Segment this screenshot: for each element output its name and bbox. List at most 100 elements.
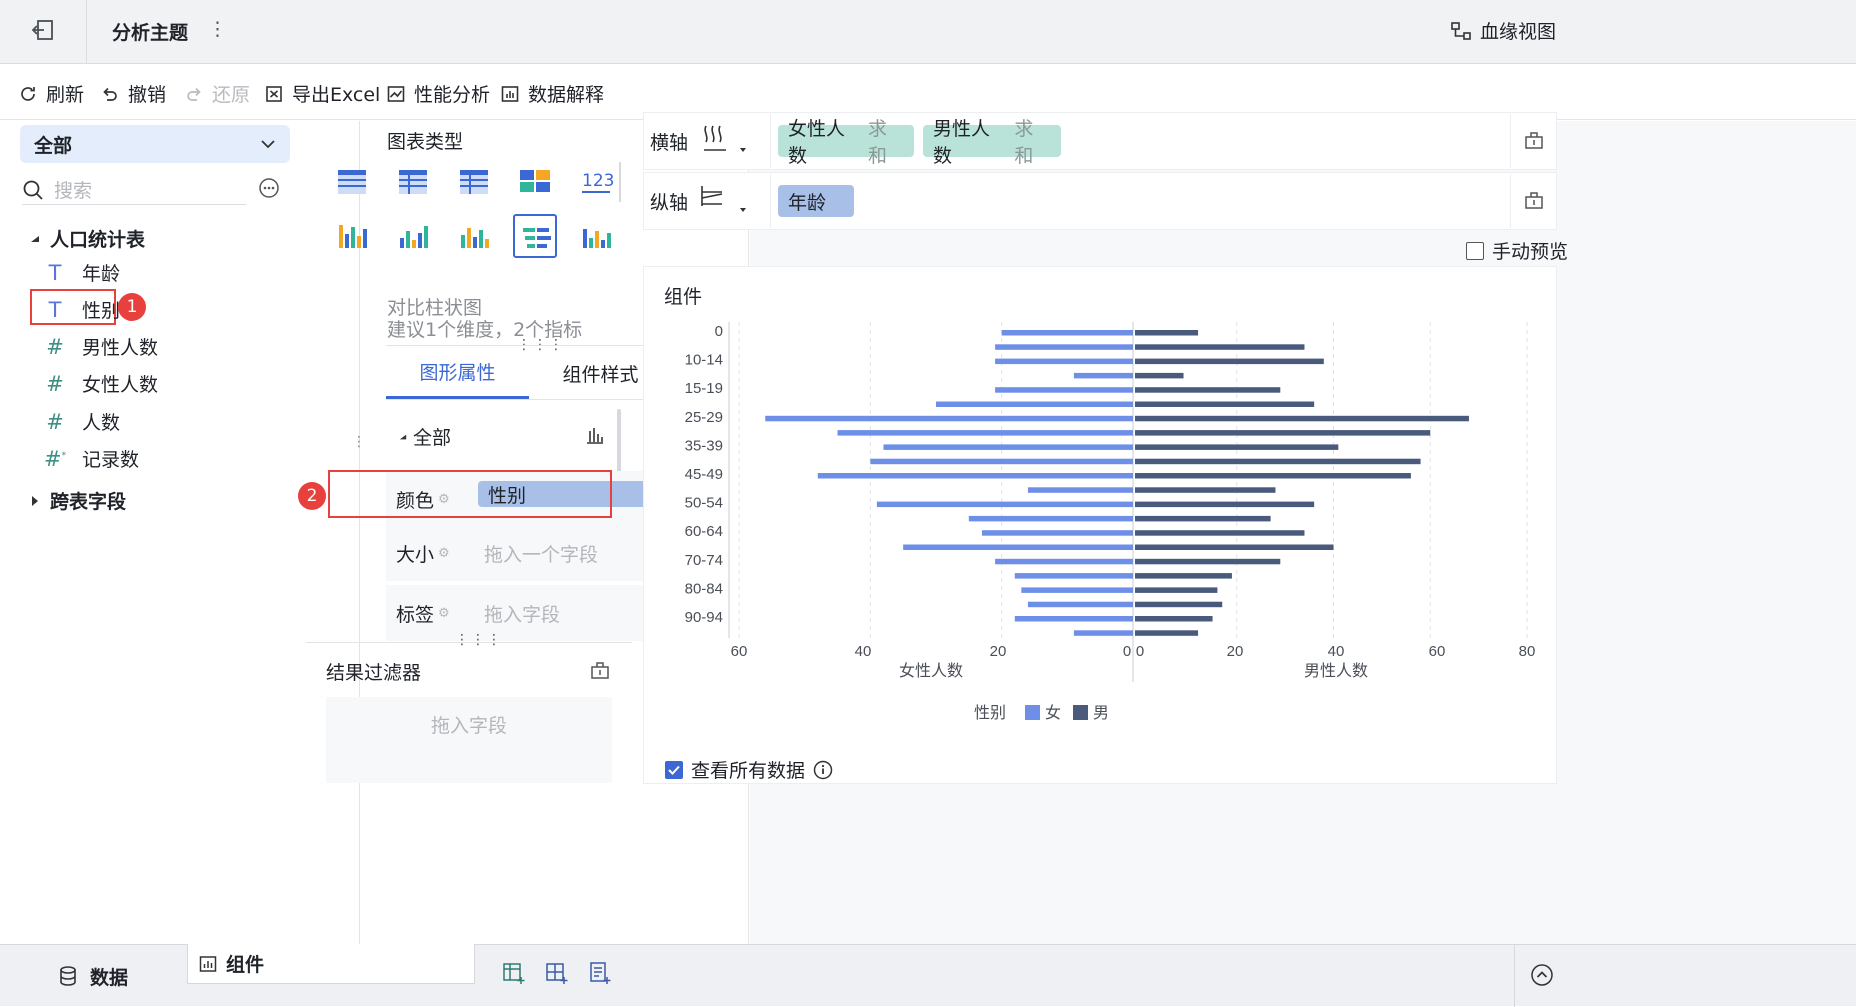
y-tick-label: 10-14 (685, 352, 723, 369)
bar-male (1135, 387, 1281, 393)
all-label: 全部 (413, 427, 452, 449)
cross-table-node[interactable]: 跨表字段 (30, 487, 126, 514)
checkbox[interactable] (1466, 241, 1484, 260)
chart-type-multi-bar-icon[interactable] (391, 214, 435, 258)
caret-right-icon (30, 495, 40, 507)
x-axis-mode-icon[interactable] (700, 124, 750, 158)
exit-icon[interactable] (30, 18, 56, 42)
field-label: 记录数 (82, 449, 140, 471)
bar-female (883, 444, 1133, 450)
perf-analysis-button[interactable]: 性能分析 (386, 80, 490, 107)
field-label: 女性人数 (82, 374, 159, 396)
field-panel: 全部 搜索 人口统计表 T 年龄 T 性别 1 # 男性人数 # 女性人数 # 人数 #*… (0, 121, 380, 944)
field-item-record-count[interactable]: #* 记录数 (44, 445, 139, 472)
chart-type-kpi-card-icon[interactable] (513, 160, 557, 204)
callout-badge: 1 (118, 293, 146, 321)
table-name: 人口统计表 (50, 229, 146, 251)
divider (770, 114, 771, 168)
redo-label: 还原 (212, 84, 251, 106)
field-label: 人数 (82, 412, 121, 434)
info-icon[interactable] (813, 760, 833, 780)
field-item-gender[interactable]: T 性别 (44, 296, 120, 323)
field-item-age[interactable]: T 年龄 (44, 259, 120, 286)
all-properties-node[interactable]: 全部 (399, 423, 451, 450)
add-dashboard-icon[interactable] (545, 961, 569, 985)
collapse-up-icon[interactable] (1530, 963, 1554, 987)
undo-label: 撤销 (128, 84, 167, 106)
bar-male (1135, 430, 1431, 436)
more-options-icon[interactable] (258, 177, 280, 199)
scope-select[interactable]: 全部 (20, 125, 290, 163)
text-type-icon: T (48, 297, 62, 322)
bar-female (1073, 372, 1133, 379)
legend-label-female: 女 (1045, 703, 1061, 722)
lineage-view-button[interactable]: 血缘视图 (1450, 17, 1556, 44)
svg-text:123: 123 (582, 171, 614, 191)
search-icon (22, 179, 44, 201)
y-tick-label: 90-94 (685, 609, 723, 626)
y-axis-mode-icon[interactable] (700, 184, 750, 218)
bar-male (1135, 630, 1199, 636)
field-item-male-count[interactable]: # 男性人数 (44, 333, 158, 360)
checkbox-checked[interactable] (665, 760, 683, 779)
search-input[interactable]: 搜索 (54, 176, 92, 203)
chart-type-number-icon[interactable]: 123 (574, 160, 618, 204)
x-axis-pill-female[interactable]: 女性人数 求和 (778, 118, 914, 167)
chart-type-title: 图表类型 (387, 131, 464, 153)
y-axis-settings-icon[interactable] (1524, 190, 1544, 210)
filter-settings-icon[interactable] (590, 660, 610, 680)
bar-male (1135, 487, 1276, 493)
x-axis-settings-icon[interactable] (1524, 130, 1544, 150)
bar-male (1135, 616, 1213, 622)
data-explain-button[interactable]: 数据解释 (500, 80, 604, 107)
database-icon (58, 965, 78, 987)
manual-preview-toggle[interactable]: 手动预览 (1466, 237, 1568, 264)
filter-drop-zone[interactable]: 拖入字段 (326, 697, 612, 783)
field-item-count[interactable]: # 人数 (44, 408, 120, 435)
top-bar: 分析主题 ⋮ 血缘视图 (0, 0, 1856, 64)
settings-icon[interactable]: ⚙ (438, 546, 450, 561)
size-drop-zone[interactable]: 拖入一个字段 (484, 540, 598, 567)
chart-type-colored-bar-icon[interactable] (452, 214, 496, 258)
tab-component[interactable]: 组件 (187, 944, 475, 984)
number-type-icon: # (46, 409, 64, 434)
tab-graphic-properties[interactable]: 图形属性 (386, 347, 529, 399)
y-axis-label: 纵轴 (650, 192, 689, 214)
label-drop-zone[interactable]: 拖入字段 (484, 600, 560, 627)
bar-female (765, 415, 1133, 422)
splitter-handle[interactable]: ⋮⋮⋮ (455, 632, 503, 648)
chart-type-diverging-bar-icon[interactable] (513, 214, 557, 258)
manual-preview-label: 手动预览 (1492, 241, 1569, 263)
x-axis-pill-male[interactable]: 男性人数 求和 (923, 118, 1061, 167)
chart-type-detail-table-icon[interactable] (452, 160, 496, 204)
redo-button[interactable]: 还原 (184, 80, 250, 107)
field-label: 年龄 (82, 263, 121, 285)
add-table-icon[interactable] (502, 961, 526, 985)
chart-type-cross-table-icon[interactable] (391, 160, 435, 204)
bar-male (1135, 473, 1411, 479)
export-excel-button[interactable]: 导出Excel (264, 80, 380, 107)
y-axis-pill-age[interactable]: 年龄 (778, 185, 854, 217)
x-tick-label: 60 (731, 643, 748, 660)
chart-type-stacked-bar-icon[interactable] (574, 214, 618, 258)
settings-icon[interactable]: ⚙ (438, 606, 450, 621)
x-tick-label: 20 (990, 643, 1007, 660)
tab-data[interactable]: 数据 (0, 945, 186, 1007)
search-field[interactable]: 搜索 (22, 175, 246, 205)
add-report-icon[interactable] (588, 961, 612, 985)
bar-male (1135, 558, 1281, 565)
more-menu-button[interactable]: ⋮ (208, 18, 227, 40)
chart-type-grouped-bar-icon[interactable] (330, 214, 374, 258)
refresh-button[interactable]: 刷新 (18, 80, 84, 107)
bar-male (1135, 587, 1218, 593)
chart-type-table-icon[interactable] (330, 160, 374, 204)
scrollbar[interactable] (619, 162, 621, 202)
undo-button[interactable]: 撤销 (100, 80, 166, 107)
y-tick-label: 70-74 (685, 552, 723, 569)
table-node[interactable]: 人口统计表 (30, 225, 145, 252)
view-all-data-toggle[interactable]: 查看所有数据 (665, 756, 833, 783)
chevron-down-icon (260, 139, 276, 149)
page-title: 分析主题 (112, 22, 189, 44)
bar-chart-icon[interactable] (585, 425, 605, 445)
field-item-female-count[interactable]: # 女性人数 (44, 370, 158, 397)
